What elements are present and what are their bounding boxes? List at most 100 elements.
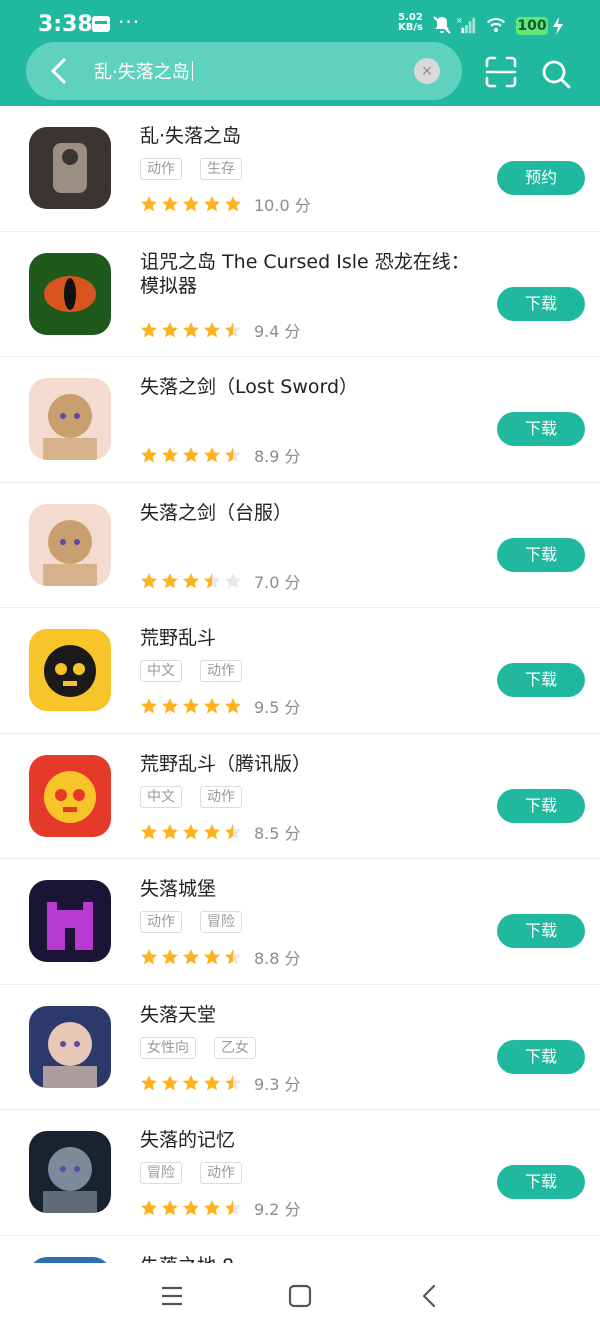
star-full-icon (183, 572, 199, 588)
star-full-icon (162, 572, 178, 588)
list-item[interactable]: 失落的记忆 冒险 动作 9.2 分 下载 (0, 1110, 600, 1236)
app-icon[interactable] (29, 378, 111, 460)
search-icon[interactable] (540, 58, 572, 90)
app-icon[interactable] (29, 629, 111, 711)
reserve-button[interactable]: 预约 (497, 161, 585, 195)
download-button[interactable]: 下载 (497, 1165, 585, 1199)
download-button[interactable]: 下载 (497, 1039, 585, 1074)
star-full-icon (183, 698, 199, 714)
rating-score: 7.0 分 (254, 572, 301, 592)
star-full-icon (162, 1200, 178, 1216)
rating-score: 8.5 分 (254, 823, 301, 843)
star-full-icon (225, 196, 241, 212)
network-speed: 5.02 KB/s (398, 13, 423, 33)
signal-icon: × (456, 15, 476, 34)
star-half-icon (225, 949, 241, 965)
search-input[interactable]: 乱·失落之岛 (94, 58, 194, 84)
back-arrow-icon[interactable] (44, 55, 74, 87)
list-item[interactable]: 失落天堂女性向 乙女 9.3 分 下载 (0, 985, 600, 1110)
star-half-icon (225, 823, 241, 839)
search-query: 乱·失落之岛 (94, 62, 190, 83)
download-button[interactable]: 下载 (497, 286, 585, 321)
category-tag: 动作 (200, 660, 242, 682)
tag-list: 动作 冒险 (140, 911, 242, 933)
app-name[interactable]: 乱·失落之岛 (140, 124, 480, 148)
star-full-icon (162, 1074, 178, 1090)
star-full-icon (162, 949, 178, 965)
app-icon[interactable] (29, 1005, 111, 1088)
app-icon[interactable] (29, 503, 111, 586)
app-name[interactable]: 失落之地 8 (140, 1254, 480, 1264)
rating: 7.0 分 (140, 569, 301, 593)
star-full-icon (204, 823, 220, 839)
text-cursor (191, 61, 194, 81)
rating: 9.5 分 (140, 694, 301, 718)
rating: 8.8 分 (140, 945, 301, 969)
app-icon[interactable] (29, 127, 111, 209)
star-full-icon (183, 196, 199, 212)
download-button[interactable]: 下载 (497, 663, 585, 697)
list-item[interactable]: 失落城堡动作 冒险 8.8 分 下载 (0, 859, 600, 985)
app-name[interactable]: 失落之剑（Lost Sword） (140, 375, 480, 399)
app-name[interactable]: 失落城堡 (140, 877, 480, 901)
app-icon[interactable] (29, 880, 111, 962)
star-full-icon (183, 447, 199, 463)
list-item[interactable]: 诅咒之岛 The Cursed Isle 恐龙在线：模拟器 9.4 分 下载 (0, 232, 600, 357)
star-full-icon (141, 572, 157, 588)
charging-icon (553, 17, 563, 35)
rating-score: 10.0 分 (254, 196, 311, 215)
download-button[interactable]: 下载 (497, 914, 585, 948)
app-name[interactable]: 失落天堂 (140, 1003, 480, 1027)
category-tag: 女性向 (140, 1036, 196, 1059)
star-full-icon (183, 1074, 199, 1090)
rating: 9.2 分 (140, 1196, 301, 1220)
list-item[interactable]: 荒野乱斗（腾讯版） 中文 动作 8.5 分 下载 (0, 734, 600, 859)
app-icon[interactable] (29, 754, 111, 837)
app-name[interactable]: 诅咒之岛 The Cursed Isle 恐龙在线：模拟器 (140, 250, 480, 298)
rating: 10.0 分 (140, 192, 311, 216)
star-full-icon (183, 949, 199, 965)
list-item[interactable]: 乱·失落之岛 动作 生存 10.0 分 预约 (0, 106, 600, 232)
star-full-icon (204, 321, 220, 337)
star-rating (140, 823, 242, 841)
star-full-icon (204, 698, 220, 714)
star-rating (140, 321, 242, 339)
star-full-icon (141, 823, 157, 839)
star-full-icon (204, 196, 220, 212)
list-item[interactable]: 荒野乱斗 中文 动作 9.5 分 下载 (0, 608, 600, 734)
star-half-icon (225, 1200, 241, 1216)
svg-text:×: × (456, 15, 463, 25)
star-full-icon (204, 1074, 220, 1090)
system-back-icon[interactable] (418, 1283, 440, 1309)
download-button[interactable]: 下载 (497, 537, 585, 572)
tag-list: 中文 动作 (140, 785, 242, 808)
rating-score: 9.3 分 (254, 1074, 301, 1094)
app-icon[interactable] (29, 1131, 111, 1213)
recent-apps-icon[interactable] (160, 1284, 184, 1308)
rating-score: 9.2 分 (254, 1200, 301, 1219)
list-item[interactable]: 失落之剑（Lost Sword） 8.9 分 下载 (0, 357, 600, 483)
download-button[interactable]: 下载 (497, 412, 585, 446)
tag-list: 女性向 乙女 (140, 1036, 256, 1059)
star-full-icon (204, 1200, 220, 1216)
network-speed-unit: KB/s (398, 22, 423, 33)
list-item[interactable]: 失落之剑（台服） 7.0 分 下载 (0, 483, 600, 608)
list-item[interactable]: 失落之地 8 (0, 1236, 600, 1264)
clear-search-button[interactable]: × (414, 58, 440, 84)
scan-icon[interactable] (484, 55, 518, 89)
app-icon[interactable] (29, 252, 111, 335)
search-bar[interactable]: 乱·失落之岛 × (26, 42, 462, 100)
app-name[interactable]: 失落之剑（台服） (140, 501, 480, 525)
star-rating (140, 446, 242, 464)
star-full-icon (225, 698, 241, 714)
app-name[interactable]: 荒野乱斗（腾讯版） (140, 752, 480, 776)
tag-list: 动作 生存 (140, 158, 242, 180)
rating-score: 8.9 分 (254, 447, 301, 466)
category-tag: 冒险 (200, 911, 242, 933)
star-full-icon (162, 321, 178, 337)
app-name[interactable]: 失落的记忆 (140, 1128, 480, 1152)
home-icon[interactable] (288, 1284, 312, 1308)
download-button[interactable]: 下载 (497, 788, 585, 823)
search-results-list[interactable]: 乱·失落之岛 动作 生存 10.0 分 预约诅咒之岛 The Cursed Isle 恐… (0, 106, 600, 1263)
app-name[interactable]: 荒野乱斗 (140, 626, 480, 650)
